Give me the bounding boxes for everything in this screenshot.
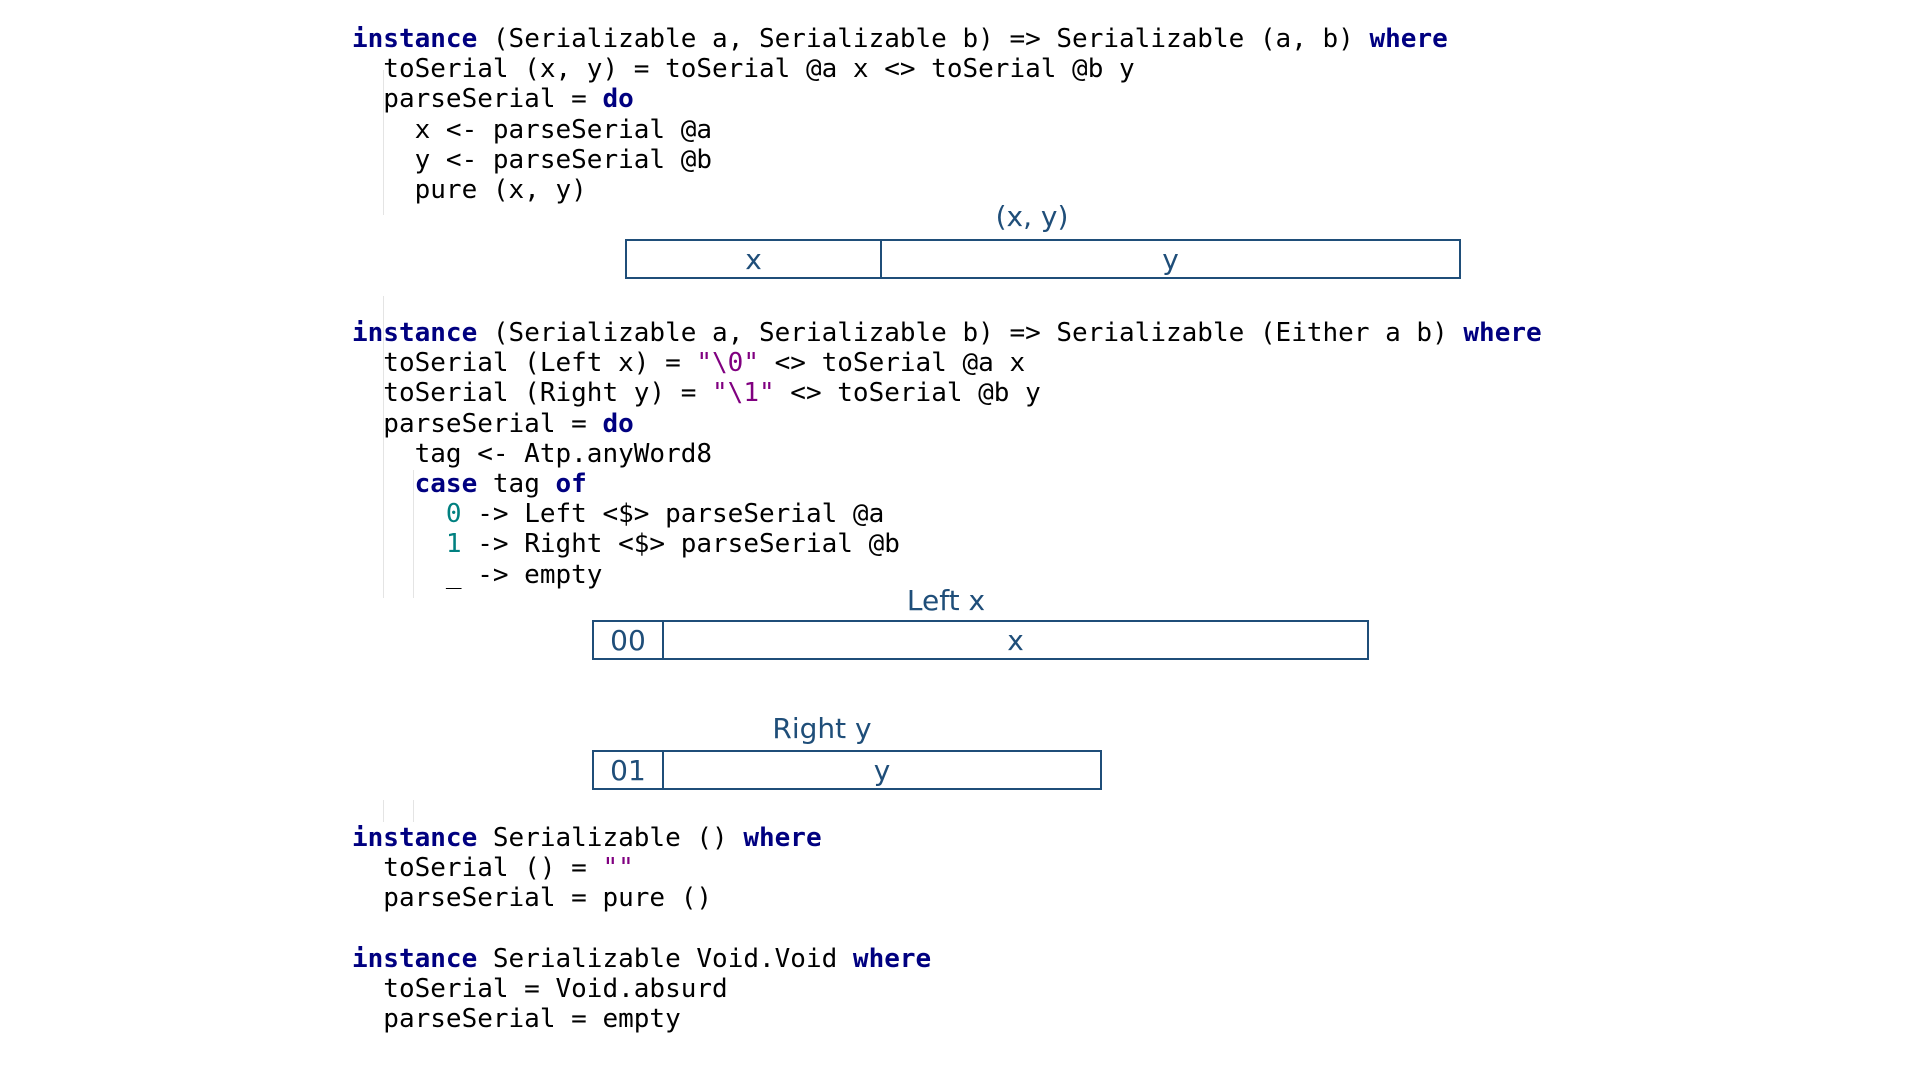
diagram-cell-label: 00 [610,624,646,657]
diagram-box [592,750,1102,790]
diagram-title: Right y [772,712,871,745]
diagram-cell-label: 01 [610,754,646,787]
layout-diagrams: (x, y) x y Left x 00 x Right y 01 y [592,200,1461,790]
diagram-cell-label: x [1007,624,1024,657]
diagram-cell-label: y [1162,243,1179,276]
diagram-cell-label: x [745,243,762,276]
diagram-box [592,620,1369,660]
diagram-cell-label: y [874,754,891,787]
diagram-title: (x, y) [996,200,1069,233]
diagram-title: Left x [907,584,985,617]
